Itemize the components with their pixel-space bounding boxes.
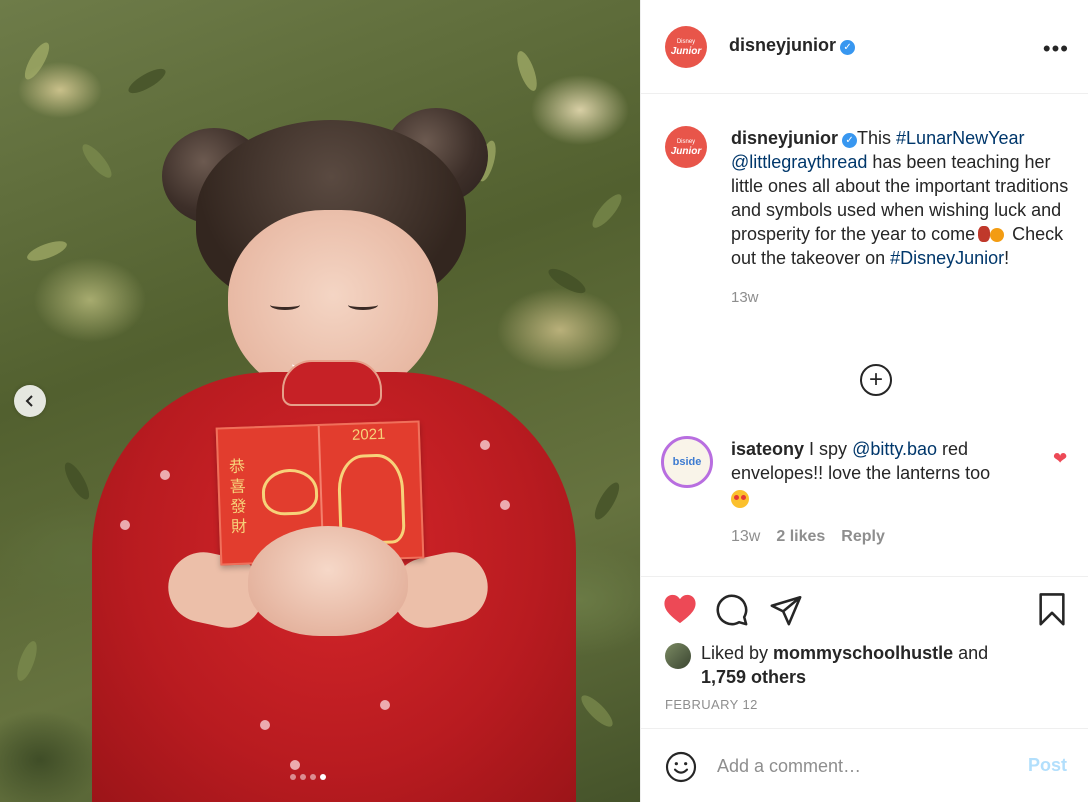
leaf-decoration [588,190,626,232]
carousel-dot-active [320,774,326,780]
author-username[interactable]: disneyjunior [729,35,836,55]
caption-username[interactable]: disneyjunior [731,128,838,148]
tangerine-emoji-icon [990,228,1005,242]
avatar-text: Junior [670,46,702,57]
leaf-decoration [125,64,169,98]
post-date[interactable]: FEBRUARY 12 [665,697,758,712]
hashtag-link[interactable]: #LunarNewYear [896,128,1024,148]
comment-meta: 13w 2 likes Reply [731,528,885,546]
post-actions: Liked by mommyschoolhustle and 1,759 oth… [641,576,1088,726]
carousel-dot [310,774,316,780]
eye-right [348,300,378,310]
avatar-text: Junior [670,146,702,157]
verified-badge-icon: ✓ [842,133,858,148]
carousel-dots [290,774,326,780]
dress-flower [120,520,130,530]
caption-text: This [857,128,897,148]
envelope-year: 2021 [351,425,386,444]
dress-flower [500,500,510,510]
post-side-panel: Disney Junior disneyjunior ✓ ••• Disney J… [640,0,1088,802]
dress-collar [282,360,382,406]
comment-likes-count[interactable]: 2 likes [776,528,825,546]
caption-avatar[interactable]: Disney Junior [665,126,707,168]
eye-left [270,300,300,310]
like-button[interactable] [663,593,697,630]
liked-by-user-link[interactable]: mommyschoolhustle [773,643,953,663]
post-comment-button[interactable]: Post [1028,755,1067,776]
liked-by-suffix: and [953,643,989,663]
heart-filled-icon [664,594,696,624]
hands [248,526,408,636]
smiley-icon [665,751,697,783]
lantern-emoji-icon [978,226,991,242]
leaf-decoration [20,39,54,83]
likes-summary: Liked by mommyschoolhustle and 1,759 oth… [701,641,1061,689]
leaf-decoration [590,479,624,523]
commenter-avatar[interactable]: bside [661,436,713,488]
comment-text: I spy [809,439,853,459]
post-photo[interactable]: 2021 恭喜發財 [0,0,640,802]
carousel-dot [300,774,306,780]
caption-text: ! [1004,248,1010,268]
bookmark-icon [1039,593,1065,626]
add-comment-bar: Post [641,728,1088,802]
liked-by-prefix: Liked by [701,643,774,663]
share-button[interactable] [769,593,803,632]
comment-button[interactable] [715,593,749,632]
more-options-icon[interactable]: ••• [1043,36,1069,62]
reply-button[interactable]: Reply [841,528,885,546]
author-avatar[interactable]: Disney Junior [665,26,707,68]
dress-flower [290,760,300,770]
leaf-decoration [78,140,116,182]
comment-item: isateony I spy @bitty.bao red envelopes!… [731,437,1041,511]
leaf-decoration [545,264,589,298]
comment-input[interactable] [717,749,1007,783]
save-button[interactable] [1037,593,1067,632]
leaf-decoration [513,48,541,94]
leaf-decoration [60,459,94,503]
mention-link[interactable]: @bitty.bao [852,439,937,459]
dress-flower [260,720,270,730]
send-paper-plane-icon [770,595,802,626]
load-more-comments-button[interactable]: + [860,364,892,396]
leaf-decoration [13,638,41,684]
post-caption: disneyjunior ✓ This #LunarNewYear @littleg… [731,126,1076,310]
envelope-characters: 恭喜發財 [228,456,248,537]
comment-like-heart-icon[interactable]: ❤ [1053,449,1067,469]
carousel-prev-button[interactable] [14,385,46,417]
commenter-avatar-text: bside [672,456,702,468]
leaf-decoration [24,237,70,265]
leaf-decoration [577,691,617,731]
caption-timestamp[interactable]: 13w [731,286,1076,310]
emoji-picker-button[interactable] [665,751,697,783]
header-user: disneyjunior ✓ [729,35,856,56]
heart-eyes-emoji-icon [731,490,749,508]
comment-timestamp[interactable]: 13w [731,528,760,546]
comment-bubble-icon [716,594,748,626]
liker-avatar[interactable] [665,643,691,669]
commenter-username[interactable]: isateony [731,439,804,459]
chevron-left-icon [25,395,33,407]
post-header: Disney Junior disneyjunior ✓ ••• [641,0,1088,94]
bao-drawing [261,468,319,517]
dress-flower [160,470,170,480]
dress-flower [480,440,490,450]
hashtag-link[interactable]: #DisneyJunior [890,248,1004,268]
verified-badge-icon: ✓ [840,40,856,55]
mention-link[interactable]: @littlegraythread [731,152,867,172]
likes-others-link[interactable]: 1,759 others [701,667,806,687]
carousel-dot [290,774,296,780]
dress-flower [380,700,390,710]
